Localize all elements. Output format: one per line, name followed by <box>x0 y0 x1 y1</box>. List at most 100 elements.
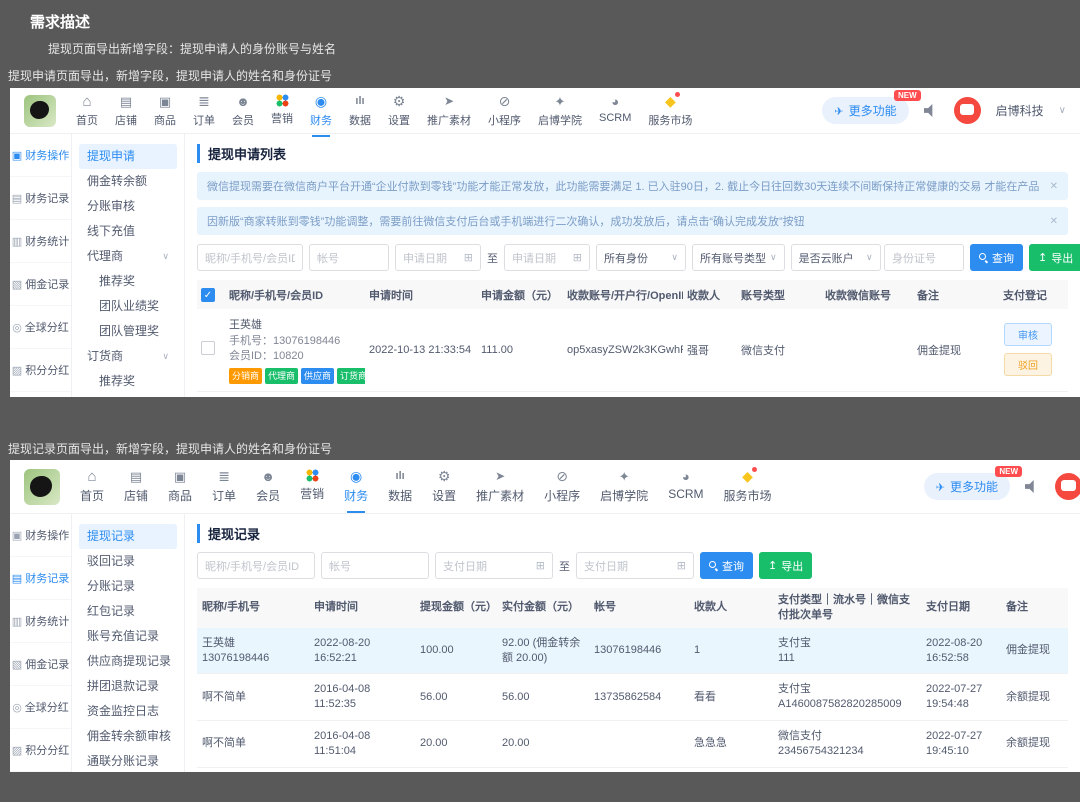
speaker-icon[interactable] <box>1025 480 1034 493</box>
submenu-item[interactable]: 推荐奖 <box>79 269 177 294</box>
submenu-item[interactable]: 红包记录 <box>79 599 177 624</box>
sidebar-item[interactable]: 财务操作 <box>10 514 71 557</box>
nav-item[interactable]: 数据 <box>349 94 371 128</box>
search-button[interactable]: 查询 <box>970 244 1023 271</box>
submenu-item-label: 资金监控日志 <box>87 704 160 718</box>
finance-stats-icon <box>12 235 22 248</box>
submenu-item[interactable]: 供应商提现记录 <box>79 649 177 674</box>
submenu-item[interactable]: 驳回记录 <box>79 549 177 574</box>
nav-item[interactable]: 服务市场 <box>648 91 692 128</box>
submenu-item[interactable]: 拼团退款记录 <box>79 674 177 699</box>
keyword-input[interactable]: 昵称/手机号/会员ID <box>197 244 303 271</box>
submenu-item[interactable]: 团队业绩奖 <box>79 294 177 319</box>
nav-item[interactable]: 小程序 <box>544 469 580 504</box>
academy-icon <box>619 469 630 484</box>
date-start-input[interactable]: 支付日期 <box>435 552 553 579</box>
close-icon[interactable] <box>1050 181 1058 192</box>
submenu-item[interactable]: 分账记录 <box>79 574 177 599</box>
notice-banner: 因新版“商家转账到零钱”功能调整，需要前往微信支付后台或手机端进行二次确认，成功… <box>197 207 1068 235</box>
submenu-item[interactable]: 团队管理奖 <box>79 319 177 344</box>
sidebar-item[interactable]: 财务操作 <box>10 134 71 177</box>
nav-item[interactable]: 推广素材 <box>427 94 471 128</box>
nav-item[interactable]: 营销 <box>271 93 293 128</box>
nav-item[interactable]: 设置 <box>388 94 410 128</box>
app-logo[interactable] <box>24 94 56 127</box>
close-icon[interactable] <box>1050 216 1058 227</box>
date-start-input[interactable]: 申请日期 <box>395 244 481 271</box>
sidebar-item[interactable]: 积分分红 <box>10 729 71 772</box>
more-features-button[interactable]: 更多功能 NEW <box>822 90 921 124</box>
avatar[interactable] <box>953 97 981 124</box>
nav-item[interactable]: SCRM <box>668 469 703 504</box>
submenu-item[interactable]: 分账审核 <box>79 194 177 219</box>
nav-item[interactable]: 首页 <box>80 469 104 504</box>
table-row: 王英雄 手机号：13076198446 会员ID：10820 分销商 代理商 供… <box>197 392 1068 397</box>
calendar-icon <box>573 251 582 264</box>
account-input[interactable]: 帐号 <box>309 244 389 271</box>
filter-select[interactable]: 是否云账户 <box>790 244 881 271</box>
nav-item[interactable]: 会员 <box>256 469 280 504</box>
submenu-item[interactable]: 提现申请 <box>79 144 177 169</box>
date-end-input[interactable]: 支付日期 <box>576 552 694 579</box>
nav-item[interactable]: 会员 <box>232 94 254 128</box>
nav-item[interactable]: 店铺 <box>124 469 148 504</box>
nav-item[interactable]: 推广素材 <box>476 469 524 504</box>
filter-select[interactable]: 所有身份 <box>596 244 686 271</box>
nav-item[interactable]: 商品 <box>168 469 192 504</box>
nav-item[interactable]: 数据 <box>388 469 412 504</box>
sidebar-item[interactable]: 佣金记录 <box>10 263 71 306</box>
export-button[interactable]: 导出 <box>1029 244 1080 271</box>
submenu-item[interactable]: 佣金转余额 <box>79 169 177 194</box>
account-input[interactable]: 帐号 <box>321 552 429 579</box>
apply-amount: 111.00 <box>481 343 514 356</box>
more-features-button[interactable]: 更多功能 NEW <box>923 466 1022 500</box>
search-button[interactable]: 查询 <box>700 552 753 579</box>
nav-item[interactable]: SCRM <box>599 94 631 128</box>
submenu-item[interactable]: 通联分账记录 <box>79 749 177 772</box>
submenu-item[interactable]: 资金监控日志 <box>79 699 177 724</box>
submenu-item[interactable]: 提现记录 <box>79 524 177 549</box>
app-logo[interactable] <box>24 468 60 505</box>
nav-item[interactable]: 设置 <box>432 469 456 504</box>
sidebar-item[interactable]: 财务记录 <box>10 177 71 220</box>
sidebar-item[interactable]: 财务统计 <box>10 220 71 263</box>
audit-button[interactable]: 审核 <box>1004 323 1052 347</box>
nav-item[interactable]: 商品 <box>154 94 176 128</box>
nav-item[interactable]: 财务 <box>344 469 368 513</box>
sidebar-item[interactable]: 佣金记录 <box>10 643 71 686</box>
submenu-item[interactable]: 账号充值记录 <box>79 624 177 649</box>
sidebar-item[interactable]: 全球分红 <box>10 306 71 349</box>
row-checkbox[interactable] <box>201 341 215 356</box>
submenu-item[interactable]: 佣金转余额审核 <box>79 724 177 749</box>
sidebar-item[interactable]: 财务记录 <box>10 557 71 600</box>
submenu-item[interactable]: 推荐奖 <box>79 369 177 394</box>
export-button[interactable]: 导出 <box>759 552 813 579</box>
nav-item[interactable]: 店铺 <box>115 94 137 128</box>
column-header: 支付登记 <box>1003 289 1047 302</box>
submenu-item[interactable]: 团队业绩奖 <box>79 394 177 397</box>
idcard-input[interactable]: 身份证号 <box>884 244 964 271</box>
avatar[interactable] <box>1055 473 1080 500</box>
nav-item[interactable]: 小程序 <box>488 94 521 128</box>
nav-item[interactable]: 首页 <box>76 94 98 128</box>
keyword-input[interactable]: 昵称/手机号/会员ID <box>197 552 315 579</box>
select-all-checkbox[interactable] <box>201 287 215 302</box>
sidebar-item[interactable]: 全球分红 <box>10 686 71 729</box>
speaker-icon[interactable] <box>923 104 933 117</box>
date-end-input[interactable]: 申请日期 <box>504 244 590 271</box>
reject-button[interactable]: 驳回 <box>1004 353 1052 377</box>
nav-item[interactable]: 启博学院 <box>538 94 582 128</box>
nav-item[interactable]: 订单 <box>193 94 215 128</box>
filter-select[interactable]: 所有账号类型 <box>692 244 785 271</box>
nav-item[interactable]: 订单 <box>212 469 236 504</box>
nav-item[interactable]: 财务 <box>310 94 332 137</box>
submenu-item[interactable]: 线下充值 <box>79 219 177 244</box>
submenu-item[interactable]: 订货商 <box>79 344 177 369</box>
chevron-down-icon[interactable] <box>1059 105 1066 116</box>
submenu-item[interactable]: 代理商 <box>79 244 177 269</box>
sidebar-item[interactable]: 财务统计 <box>10 600 71 643</box>
nav-item[interactable]: 服务市场 <box>724 467 772 504</box>
nav-item[interactable]: 启博学院 <box>600 469 648 504</box>
sidebar-item[interactable]: 积分分红 <box>10 349 71 392</box>
nav-item[interactable]: 营销 <box>300 469 324 504</box>
